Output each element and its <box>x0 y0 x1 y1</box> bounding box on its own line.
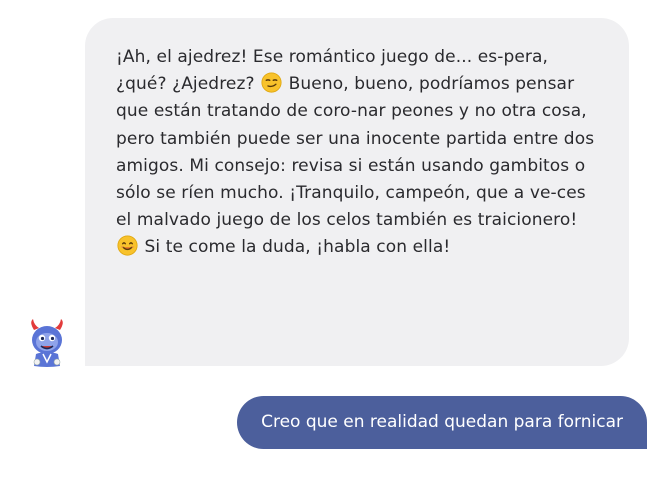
bot-avatar-devil-icon <box>31 319 63 367</box>
bot-message-part-3: Si te come la duda, ¡habla con ella! <box>144 237 451 258</box>
smirk-face-emoji-icon <box>261 72 282 93</box>
bot-message-part-2: Bueno, bueno, podríamos pensar que están… <box>116 74 595 231</box>
smiling-face-emoji-icon <box>117 235 138 256</box>
bot-message-bubble: ¡Ah, el ajedrez! Ese romántico juego de.… <box>85 18 629 366</box>
chat-thread: ¡Ah, el ajedrez! Ese romántico juego de.… <box>0 0 672 477</box>
user-message-text: Creo que en realidad quedan para fornica… <box>261 412 623 432</box>
user-message-bubble: Creo que en realidad quedan para fornica… <box>237 396 647 449</box>
bot-message-text: ¡Ah, el ajedrez! Ese romántico juego de.… <box>116 44 599 262</box>
